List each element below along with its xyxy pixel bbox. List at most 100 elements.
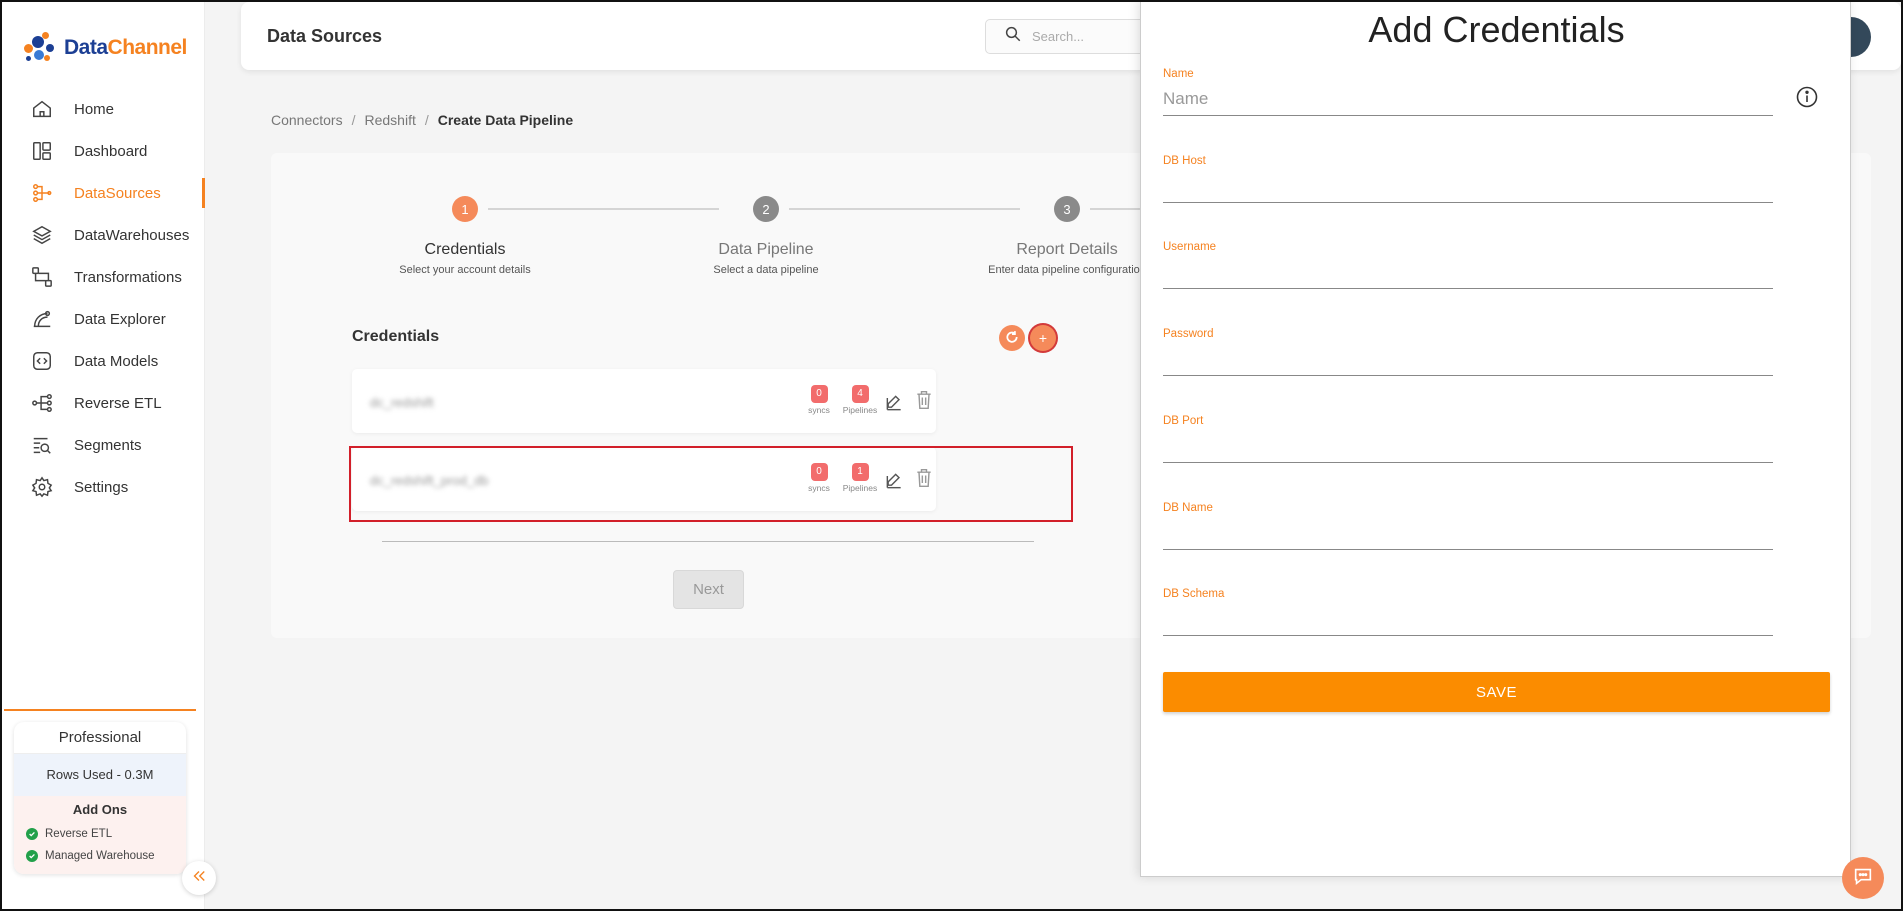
sidebar-item-datawarehouses[interactable]: DataWarehouses (2, 214, 205, 256)
credential-name: dc_redshift (370, 395, 434, 410)
db-schema-field: DB Schema (1163, 588, 1773, 636)
stepper-connector (789, 208, 1020, 210)
sidebar-divider (4, 709, 196, 711)
datasources-icon (30, 181, 54, 205)
sidebar-item-data-models[interactable]: Data Models (2, 340, 205, 382)
step-1-circle: 1 (452, 196, 478, 222)
db-name-field: DB Name (1163, 502, 1773, 550)
db-name-input[interactable] (1163, 516, 1773, 550)
step-1-title: Credentials (424, 241, 506, 258)
db-port-field: DB Port (1163, 415, 1773, 463)
addons-section: Add Ons Reverse ETL Managed Warehouse (14, 796, 186, 874)
sidebar-item-label: Reverse ETL (74, 394, 162, 412)
syncs-label: syncs (808, 405, 830, 415)
edit-icon[interactable] (884, 393, 904, 413)
db-port-label: DB Port (1163, 415, 1204, 427)
sidebar: DataChannel Home Dashboard DataSources D… (2, 2, 205, 909)
sidebar-nav: Home Dashboard DataSources DataWarehouse… (2, 88, 205, 508)
pipelines-stat: 4 Pipelines (842, 383, 878, 415)
delete-icon[interactable] (914, 467, 934, 488)
collapse-sidebar-button[interactable] (182, 861, 216, 895)
settings-icon (30, 475, 54, 499)
addon-label: Reverse ETL (45, 828, 113, 840)
password-field: Password (1163, 328, 1773, 376)
username-field: Username (1163, 241, 1773, 289)
segments-icon (30, 433, 54, 457)
transformations-icon (30, 265, 54, 289)
stepper-connector (488, 208, 719, 210)
credential-row[interactable]: dc_redshift 0 syncs 4 Pipelines (352, 369, 936, 433)
page-title: Data Sources (267, 26, 383, 46)
db-schema-label: DB Schema (1163, 588, 1225, 600)
sidebar-item-label: Transformations (74, 268, 182, 286)
sidebar-item-data-explorer[interactable]: Data Explorer (2, 298, 205, 340)
delete-icon[interactable] (914, 389, 934, 410)
sidebar-item-label: Data Models (74, 352, 159, 370)
step-2-title: Data Pipeline (718, 241, 814, 258)
sidebar-item-label: Home (74, 100, 115, 118)
sidebar-item-label: DataSources (74, 184, 161, 202)
syncs-count: 0 (810, 463, 828, 481)
credential-row[interactable]: dc_redshift_prod_db 0 syncs 1 Pipelines (352, 447, 936, 511)
pipelines-count: 1 (851, 463, 869, 481)
plan-name: Professional (14, 722, 186, 754)
password-input[interactable] (1163, 342, 1773, 376)
drawer-title: Add Credentials (1368, 9, 1625, 50)
syncs-stat: 0 syncs (801, 383, 837, 415)
syncs-stat: 0 syncs (801, 461, 837, 493)
next-button[interactable]: Next (673, 570, 744, 609)
name-input[interactable] (1163, 82, 1773, 116)
pipelines-stat: 1 Pipelines (842, 461, 878, 493)
db-name-label: DB Name (1163, 502, 1213, 514)
divider (382, 541, 1034, 542)
step-3-circle: 3 (1054, 196, 1080, 222)
breadcrumb-redshift[interactable]: Redshift (364, 112, 415, 128)
search-icon (1004, 25, 1022, 48)
sidebar-item-segments[interactable]: Segments (2, 424, 205, 466)
sidebar-item-dashboard[interactable]: Dashboard (2, 130, 205, 172)
password-label: Password (1163, 328, 1214, 340)
db-port-input[interactable] (1163, 429, 1773, 463)
pipelines-label: Pipelines (842, 405, 878, 415)
breadcrumb: Connectors / Redshift / Create Data Pipe… (271, 112, 573, 128)
datachannel-logo-icon (22, 30, 58, 66)
data-explorer-icon (30, 307, 54, 331)
sidebar-item-label: Data Explorer (74, 310, 166, 328)
credentials-heading: Credentials (352, 328, 440, 345)
plan-card: Professional Rows Used - 0.3M Add Ons Re… (14, 722, 186, 874)
breadcrumb-separator: / (424, 112, 429, 128)
breadcrumb-current: Create Data Pipeline (437, 112, 574, 128)
sidebar-item-home[interactable]: Home (2, 88, 205, 130)
sidebar-item-datasources[interactable]: DataSources (2, 172, 205, 214)
sidebar-item-settings[interactable]: Settings (2, 466, 205, 508)
logo-text: DataChannel (64, 36, 187, 59)
save-button[interactable]: SAVE (1163, 672, 1830, 712)
sidebar-item-label: DataWarehouses (74, 226, 190, 244)
breadcrumb-separator: / (351, 112, 356, 128)
info-icon[interactable] (1795, 85, 1819, 109)
addon-item: Reverse ETL (14, 823, 186, 845)
search-input[interactable] (1032, 29, 1152, 44)
datawarehouses-icon (30, 223, 54, 247)
chat-icon (1852, 865, 1874, 892)
syncs-count: 0 (810, 385, 828, 403)
step-1-subtitle: Select your account details (399, 264, 531, 276)
credential-name: dc_redshift_prod_db (370, 473, 489, 488)
username-input[interactable] (1163, 255, 1773, 289)
db-host-input[interactable] (1163, 169, 1773, 203)
step-2-subtitle: Select a data pipeline (713, 264, 819, 276)
breadcrumb-connectors[interactable]: Connectors (271, 112, 343, 128)
pipelines-count: 4 (851, 385, 869, 403)
username-label: Username (1163, 241, 1217, 253)
add-credential-button[interactable]: + (1030, 325, 1056, 351)
edit-icon[interactable] (884, 471, 904, 491)
db-schema-input[interactable] (1163, 602, 1773, 636)
sidebar-item-label: Segments (74, 436, 142, 454)
logo[interactable]: DataChannel (22, 30, 187, 66)
chat-button[interactable] (1842, 857, 1884, 899)
refresh-button[interactable] (999, 325, 1025, 351)
refresh-icon (1005, 330, 1019, 347)
sidebar-item-reverse-etl[interactable]: Reverse ETL (2, 382, 205, 424)
sidebar-item-transformations[interactable]: Transformations (2, 256, 205, 298)
pipelines-label: Pipelines (842, 483, 878, 493)
